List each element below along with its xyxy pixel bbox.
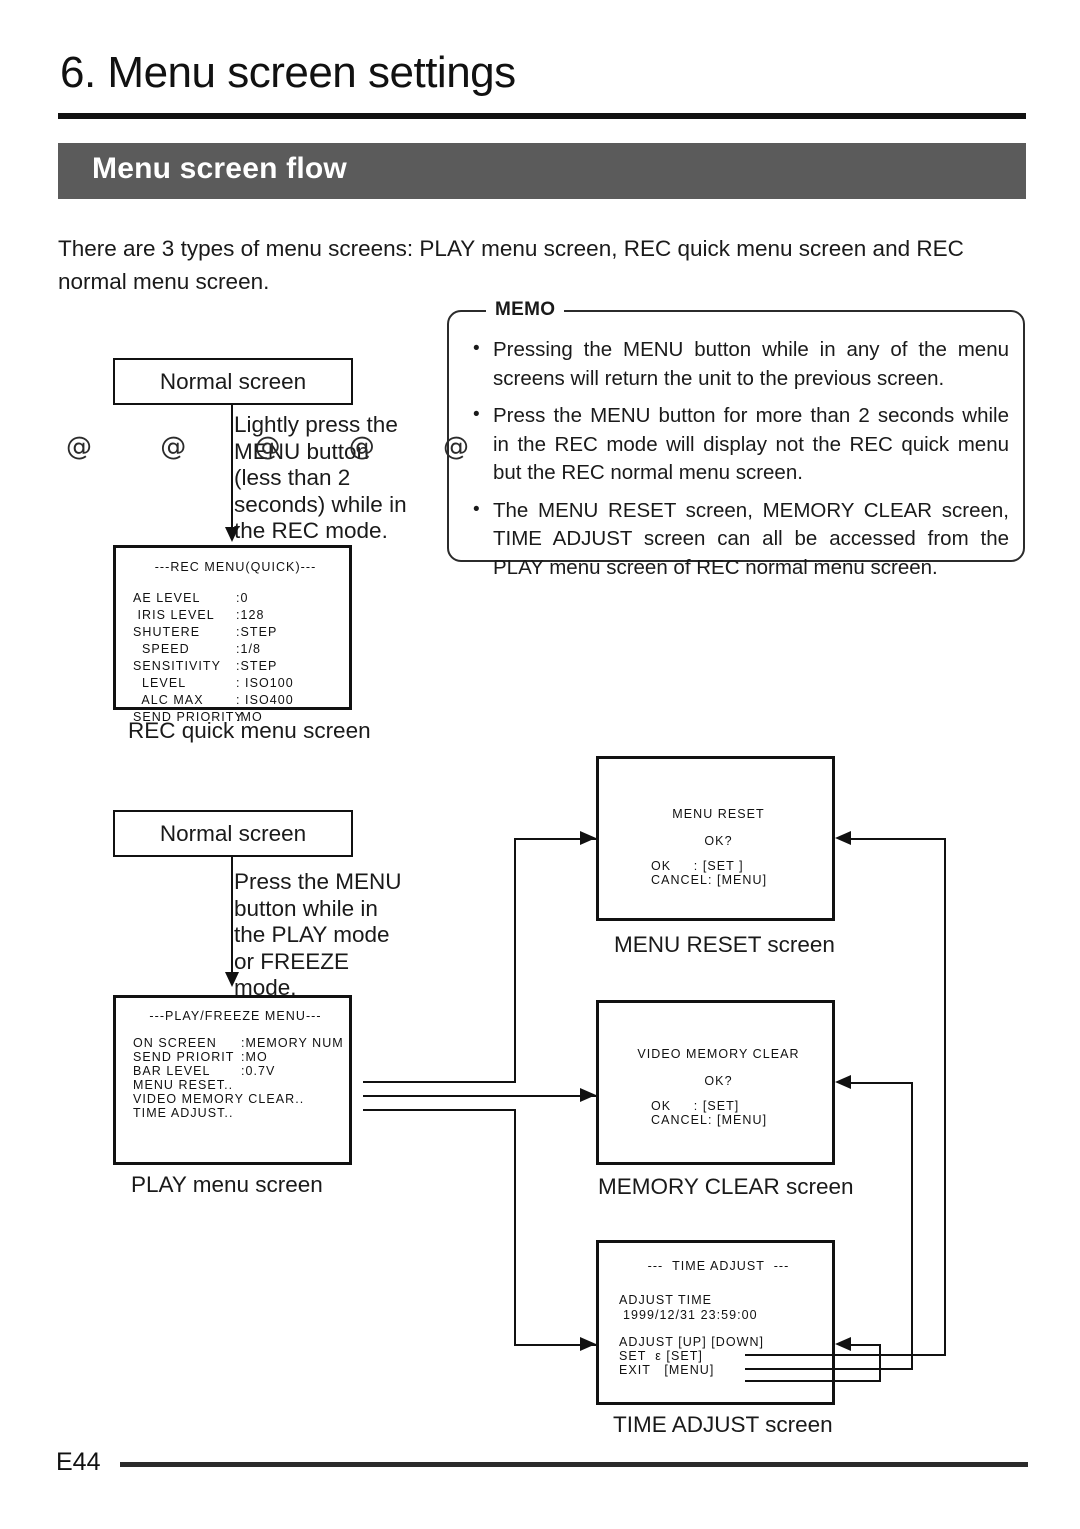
osd-title: --- TIME ADJUST --- (647, 1259, 790, 1273)
normal-screen-box-bottom: Normal screen (113, 810, 353, 857)
connector-line (851, 1082, 913, 1085)
connector-arrow-right (580, 1088, 596, 1102)
osd-title: VIDEO MEMORY CLEAR (637, 1047, 800, 1061)
osd-row-value: :0.7V (241, 1064, 276, 1078)
osd-ok-line: OK : [SET ] (651, 859, 744, 873)
note-play-mode: Press the MENU button while in the PLAY … (234, 869, 402, 1000)
osd-row-value: :MO (241, 1050, 268, 1064)
memo-item-text: Pressing the MENU button while in any of… (493, 338, 1009, 390)
caption-rec-quick: REC quick menu screen (128, 718, 371, 743)
bullet-icon: • (473, 498, 480, 520)
connector-line (363, 1081, 516, 1084)
osd-row-value: :STEP (236, 625, 278, 639)
osd-row-label: ALC MAX (133, 693, 204, 707)
osd-prompt: OK? (704, 1074, 733, 1088)
return-arrow-left (835, 1075, 851, 1089)
connector-line (851, 838, 946, 841)
memo-item: • Press the MENU button for more than 2 … (467, 402, 1009, 488)
memo-item-text: Press the MENU button for more than 2 se… (493, 404, 1009, 484)
osd-row-label[interactable]: MENU RESET.. (133, 1078, 233, 1092)
connector-line (911, 1082, 914, 1370)
osd-row-value: :128 (236, 608, 265, 622)
osd-row-exit: EXIT [MENU] (619, 1363, 715, 1377)
connector-line (851, 1344, 881, 1347)
memo-item: • The MENU RESET screen, MEMORY CLEAR sc… (467, 497, 1009, 583)
osd-row-value: :1/8 (236, 642, 262, 656)
connector-line (514, 838, 517, 1083)
connector-line (363, 1109, 516, 1112)
connector-line (944, 838, 947, 1356)
osd-cancel-line: CANCEL: [MENU] (651, 873, 768, 887)
connector-arrow-right (580, 1337, 596, 1351)
osd-title: MENU RESET (672, 807, 765, 821)
memory-clear-screen: VIDEO MEMORY CLEAR OK? OK : [SET] CANCEL… (596, 1000, 835, 1165)
osd-row-label: LEVEL (133, 676, 187, 690)
osd-label-adjust-time: ADJUST TIME (619, 1293, 713, 1307)
play-menu-screen: ---PLAY/FREEZE MENU--- ON SCREEN :MEMORY… (113, 995, 352, 1165)
section-heading-label: Menu screen flow (92, 152, 347, 185)
return-arrow-left (835, 831, 851, 845)
connector-arrow-down (225, 527, 239, 542)
osd-value-adjust-time: 1999/12/31 23:59:00 (623, 1308, 758, 1322)
osd-row-adjust: ADJUST [UP] [DOWN] (619, 1335, 765, 1349)
osd-row-value: : ISO400 (236, 693, 294, 707)
normal-screen-box-top: Normal screen (113, 358, 353, 405)
menu-reset-screen: MENU RESET OK? OK : [SET ] CANCEL: [MENU… (596, 756, 835, 921)
osd-title: ---PLAY/FREEZE MENU--- (149, 1009, 322, 1023)
caption-time-adjust: TIME ADJUST screen (613, 1412, 833, 1437)
osd-row-label: AE LEVEL (133, 591, 201, 605)
osd-prompt: OK? (704, 834, 733, 848)
osd-row-set: SET ε [SET] (619, 1349, 703, 1363)
bullet-icon: • (473, 404, 480, 425)
osd-row-label: IRIS LEVEL (133, 608, 215, 622)
connector-line (879, 1344, 882, 1382)
connector-arrow-down (225, 972, 239, 987)
caption-menu-reset: MENU RESET screen (614, 932, 835, 957)
connector-line (231, 405, 234, 533)
osd-title: ---REC MENU(QUICK)--- (154, 560, 317, 574)
osd-row-label: SHUTERE (133, 625, 201, 639)
memo-title: MEMO (486, 299, 565, 321)
osd-row-value: : ISO100 (236, 676, 294, 690)
caption-play-menu: PLAY menu screen (131, 1172, 323, 1197)
osd-cancel-line: CANCEL: [MENU] (651, 1113, 768, 1127)
connector-line (514, 1109, 517, 1346)
osd-row-label[interactable]: TIME ADJUST.. (133, 1106, 233, 1120)
osd-row-label: BAR LEVEL (133, 1064, 211, 1078)
memo-list: • Pressing the MENU button while in any … (467, 336, 1009, 591)
bullet-icon: • (473, 338, 480, 359)
connector-line (745, 1354, 946, 1357)
osd-row-value: :STEP (236, 659, 278, 673)
osd-row-value: :0 (236, 591, 249, 605)
footer-rule (120, 1462, 1028, 1467)
osd-ok-line: OK : [SET] (651, 1099, 740, 1113)
intro-paragraph: There are 3 types of menu screens: PLAY … (58, 236, 964, 294)
page-number: E44 (56, 1448, 101, 1476)
page-title: 6. Menu screen settings (60, 48, 516, 97)
connector-line (745, 1380, 881, 1383)
osd-row-label[interactable]: VIDEO MEMORY CLEAR.. (133, 1092, 304, 1106)
osd-row-label: ON SCREEN (133, 1036, 217, 1050)
connector-arrow-right (580, 831, 596, 845)
osd-row-value: :MEMORY NUM (241, 1036, 344, 1050)
memo-item-text: The MENU RESET screen, MEMORY CLEAR scre… (493, 498, 1009, 579)
connector-line (745, 1368, 913, 1371)
connector-line (231, 857, 234, 977)
memo-item: • Pressing the MENU button while in any … (467, 336, 1009, 393)
memo-box: • Pressing the MENU button while in any … (447, 310, 1025, 579)
connector-line (363, 1095, 596, 1098)
ocr-artifact-glyphs: @ @ @ @ @ (66, 432, 500, 462)
osd-row-label: SPEED (133, 642, 190, 656)
osd-row-label: SEND PRIORIT (133, 1050, 235, 1064)
osd-row-label: SENSITIVITY (133, 659, 221, 673)
caption-memory-clear: MEMORY CLEAR screen (598, 1174, 854, 1199)
rec-quick-menu-screen: ---REC MENU(QUICK)--- AE LEVEL :0 IRIS L… (113, 545, 352, 724)
return-arrow-left (835, 1337, 851, 1351)
title-rule (58, 113, 1026, 119)
